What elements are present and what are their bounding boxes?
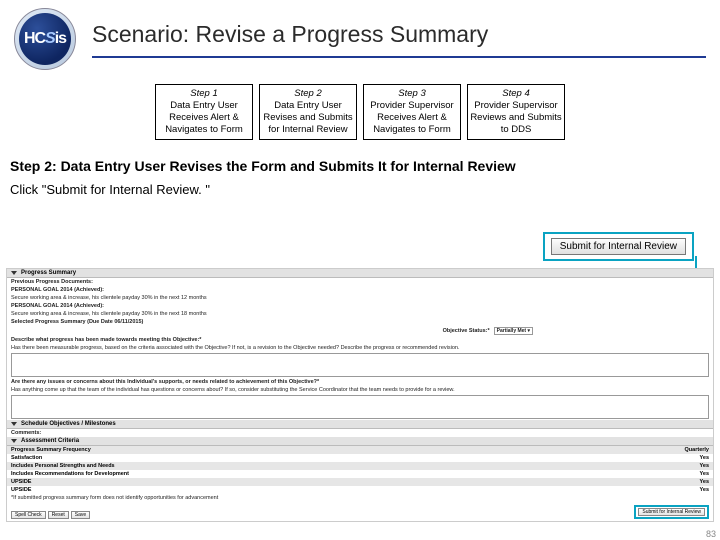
reset-button[interactable]: Reset — [48, 511, 69, 519]
q2-label: Are there any issues or concerns about t… — [7, 378, 713, 386]
table-row: SatisfactionYes — [7, 454, 713, 462]
objective-status-select[interactable]: Partially Met ▾ — [494, 327, 533, 335]
slide-header: HCSis Scenario: Revise a Progress Summar… — [0, 0, 720, 74]
save-button[interactable]: Save — [71, 511, 90, 519]
q2-textarea[interactable] — [11, 395, 709, 419]
step-heading: Step 2: Data Entry User Revises the Form… — [10, 158, 710, 174]
goal1-label: PERSONAL GOAL 2014 (Achieved): — [7, 286, 713, 294]
section-assessment: Assessment Criteria — [7, 437, 713, 446]
slide-title: Scenario: Revise a Progress Summary — [92, 21, 706, 58]
footer-note: *If submitted progress summary form does… — [7, 494, 713, 502]
step-3-box: Step 3 Provider Supervisor Receives Aler… — [363, 84, 461, 140]
q2-hint: Has anything come up that the team of th… — [7, 386, 713, 394]
section-progress-summary: Progress Summary — [7, 269, 713, 278]
selected-summary-label: Selected Progress Summary (Due Date 06/1… — [7, 318, 713, 326]
table-row: UPSIDEYes — [7, 478, 713, 486]
step-4-box: Step 4 Provider Supervisor Reviews and S… — [467, 84, 565, 140]
workflow-steps: Step 1 Data Entry User Receives Alert & … — [0, 84, 720, 140]
step-click-text: Click "Submit for Internal Review. " — [10, 182, 710, 197]
hcsis-logo: HCSis — [14, 8, 76, 70]
objective-status-row: Objective Status:* Partially Met ▾ — [7, 326, 713, 336]
comments-label: Comments: — [7, 429, 713, 437]
submit-highlight-callout: Submit for Internal Review — [543, 232, 694, 261]
chevron-down-icon — [11, 422, 17, 426]
chevron-down-icon — [11, 439, 17, 443]
page-number: 83 — [706, 529, 716, 539]
table-row: UPSIDEYes — [7, 486, 713, 494]
q1-hint: Has there been measurable progress, base… — [7, 344, 713, 352]
previous-docs-label: Previous Progress Documents: — [7, 278, 713, 286]
form-screenshot: Progress Summary Previous Progress Docum… — [6, 268, 714, 522]
step-1-box: Step 1 Data Entry User Receives Alert & … — [155, 84, 253, 140]
chevron-down-icon — [11, 271, 17, 275]
q1-textarea[interactable] — [11, 353, 709, 377]
form-bottom-buttons: Spell Check Reset Save — [11, 511, 90, 519]
submit-for-internal-review-button-inline[interactable]: Submit for Internal Review — [638, 508, 705, 516]
submit-for-internal-review-button[interactable]: Submit for Internal Review — [551, 238, 686, 255]
table-row: Includes Personal Strengths and NeedsYes — [7, 462, 713, 470]
table-row: Includes Recommendations for Development… — [7, 470, 713, 478]
table-row: Progress Summary FrequencyQuarterly — [7, 446, 713, 454]
submit-highlight-inline: Submit for Internal Review — [634, 505, 709, 519]
goal2-label: PERSONAL GOAL 2014 (Achieved): — [7, 302, 713, 310]
q1-label: Describe what progress has been made tow… — [7, 336, 713, 344]
spellcheck-button[interactable]: Spell Check — [11, 511, 46, 519]
section-schedule: Schedule Objectives / Milestones — [7, 420, 713, 429]
step-2-box: Step 2 Data Entry User Revises and Submi… — [259, 84, 357, 140]
goal1-text: Secure working area & increase, his clie… — [7, 294, 713, 302]
goal2-text: Secure working area & increase, his clie… — [7, 310, 713, 318]
